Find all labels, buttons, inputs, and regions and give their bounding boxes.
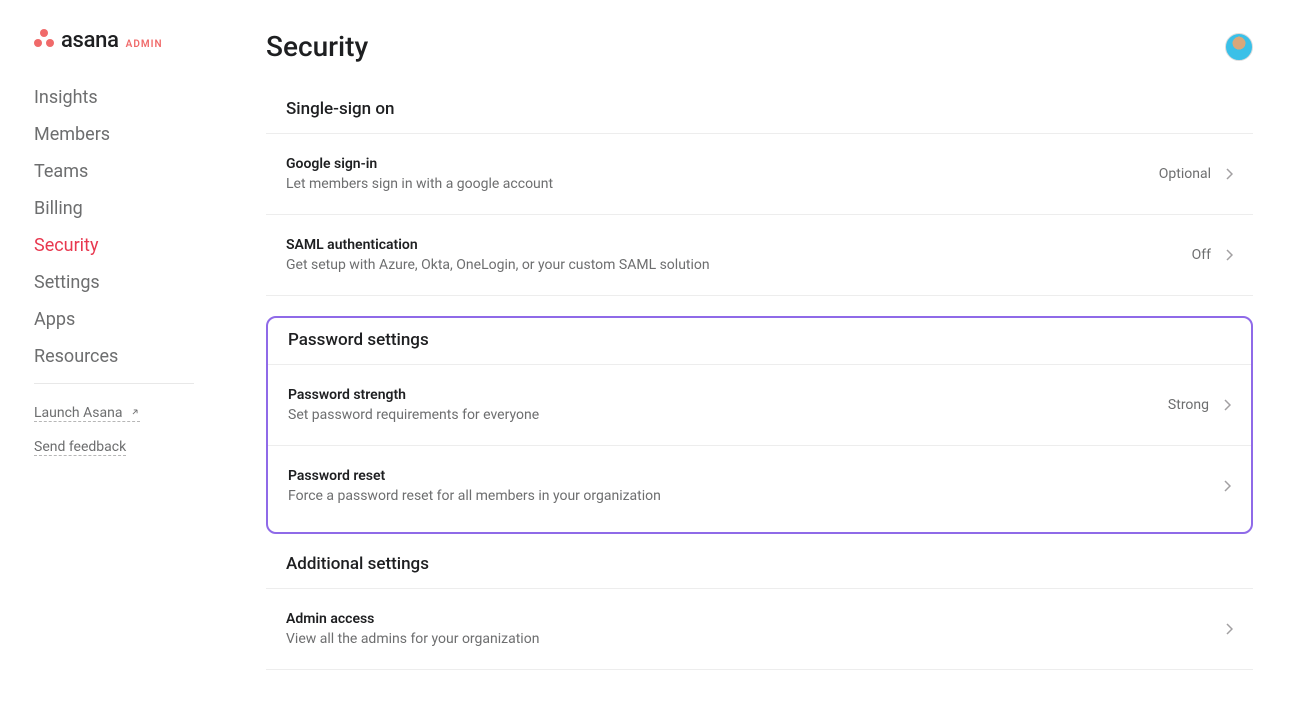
sidebar-item-security[interactable]: Security — [34, 235, 230, 256]
sidebar-item-billing[interactable]: Billing — [34, 198, 230, 219]
chevron-right-icon — [1225, 168, 1233, 180]
setting-text: SAML authentication Get setup with Azure… — [286, 237, 1192, 273]
setting-right — [1211, 623, 1233, 635]
setting-text: Google sign-in Let members sign in with … — [286, 156, 1159, 192]
chevron-right-icon — [1223, 480, 1231, 492]
setting-name: Password strength — [288, 387, 1168, 403]
brand-suffix: ADMIN — [126, 39, 163, 50]
setting-row-google-signin[interactable]: Google sign-in Let members sign in with … — [266, 134, 1253, 215]
section-sso: Single-sign on Google sign-in Let member… — [266, 99, 1253, 296]
chevron-right-icon — [1225, 249, 1233, 261]
sidebar-item-teams[interactable]: Teams — [34, 161, 230, 182]
brand-logo: asana ADMIN — [34, 28, 230, 53]
setting-name: Password reset — [288, 468, 1209, 484]
setting-right: Optional — [1159, 166, 1233, 182]
setting-desc: Force a password reset for all members i… — [288, 488, 1209, 504]
setting-name: SAML authentication — [286, 237, 1192, 253]
sidebar-item-resources[interactable]: Resources — [34, 346, 230, 367]
setting-desc: Get setup with Azure, Okta, OneLogin, or… — [286, 257, 1192, 273]
page-title: Security — [266, 30, 368, 63]
setting-desc: View all the admins for your organizatio… — [286, 631, 1211, 647]
setting-value: Optional — [1159, 166, 1211, 182]
setting-name: Google sign-in — [286, 156, 1159, 172]
setting-text: Admin access View all the admins for you… — [286, 611, 1211, 647]
launch-asana-label: Launch Asana — [34, 405, 122, 421]
setting-right — [1209, 480, 1231, 492]
avatar[interactable] — [1225, 33, 1253, 61]
setting-value: Strong — [1168, 397, 1209, 413]
sidebar-nav: Insights Members Teams Billing Security … — [34, 87, 230, 367]
main-content: Security Single-sign on Google sign-in L… — [230, 0, 1289, 728]
setting-row-password-reset[interactable]: Password reset Force a password reset fo… — [268, 446, 1251, 526]
setting-right: Strong — [1168, 397, 1231, 413]
sidebar-item-settings[interactable]: Settings — [34, 272, 230, 293]
send-feedback-link[interactable]: Send feedback — [34, 439, 126, 456]
section-title-password: Password settings — [268, 330, 1251, 365]
setting-text: Password reset Force a password reset fo… — [288, 468, 1209, 504]
launch-asana-link[interactable]: Launch Asana — [34, 405, 140, 422]
setting-name: Admin access — [286, 611, 1211, 627]
setting-desc: Let members sign in with a google accoun… — [286, 176, 1159, 192]
setting-row-saml[interactable]: SAML authentication Get setup with Azure… — [266, 215, 1253, 296]
section-additional: Additional settings Admin access View al… — [266, 554, 1253, 670]
setting-value: Off — [1192, 247, 1211, 263]
chevron-right-icon — [1223, 399, 1231, 411]
sidebar: asana ADMIN Insights Members Teams Billi… — [0, 0, 230, 728]
page-header: Security — [266, 30, 1253, 63]
setting-row-admin-access[interactable]: Admin access View all the admins for you… — [266, 589, 1253, 670]
brand-name: asana — [61, 28, 119, 53]
sidebar-item-members[interactable]: Members — [34, 124, 230, 145]
setting-text: Password strength Set password requireme… — [288, 387, 1168, 423]
setting-row-password-strength[interactable]: Password strength Set password requireme… — [268, 365, 1251, 446]
sidebar-item-insights[interactable]: Insights — [34, 87, 230, 108]
asana-logo-icon — [34, 29, 54, 47]
section-title-additional: Additional settings — [266, 554, 1253, 589]
section-password: Password settings Password strength Set … — [266, 316, 1253, 534]
setting-desc: Set password requirements for everyone — [288, 407, 1168, 423]
external-link-icon — [130, 407, 140, 420]
section-title-sso: Single-sign on — [266, 99, 1253, 134]
chevron-right-icon — [1225, 623, 1233, 635]
setting-right: Off — [1192, 247, 1233, 263]
sidebar-item-apps[interactable]: Apps — [34, 309, 230, 330]
sidebar-divider — [34, 383, 194, 384]
